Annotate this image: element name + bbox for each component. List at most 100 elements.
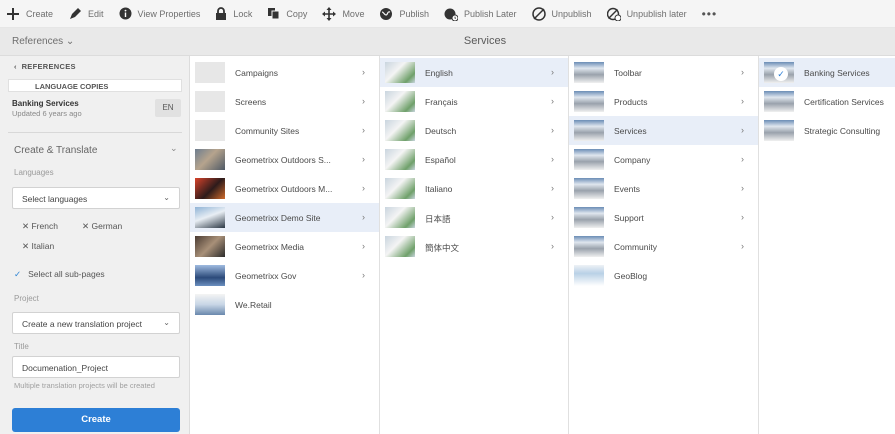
list-item[interactable]: Toolbar › — [569, 58, 758, 87]
chevron-down-icon: ⌄ — [163, 193, 170, 202]
list-item[interactable]: 日本語 › — [380, 203, 568, 232]
list-item[interactable]: Screens › — [190, 87, 379, 116]
check-circle-icon: ✓ — [774, 67, 788, 81]
page-thumbnail — [574, 265, 604, 286]
language-tag-german[interactable]: ✕ German — [82, 221, 122, 232]
more-actions-icon[interactable]: ••• — [702, 7, 718, 21]
list-item[interactable]: Campaigns › — [190, 58, 379, 87]
folder-icon — [195, 91, 225, 112]
list-item[interactable]: Geometrixx Demo Site › — [190, 203, 379, 232]
folder-icon — [195, 62, 225, 83]
page-thumbnail: ✓ — [764, 62, 794, 83]
project-title-input[interactable]: Documenation_Project — [12, 356, 180, 378]
list-item[interactable]: English › — [380, 58, 568, 87]
page-thumbnail — [385, 91, 415, 112]
page-title: Services — [463, 35, 507, 47]
globe-icon — [380, 7, 393, 20]
list-item[interactable]: Community › — [569, 232, 758, 261]
select-all-subpages-checkbox[interactable]: ✓ Select all sub-pages — [14, 269, 105, 280]
chevron-right-icon: › — [551, 67, 554, 77]
list-item[interactable]: Geometrixx Gov › — [190, 261, 379, 290]
chevron-right-icon: › — [551, 241, 554, 251]
select-all-subpages-label: Select all sub-pages — [28, 269, 105, 279]
list-item-label: Screens — [235, 97, 267, 107]
lock-button[interactable]: Lock — [215, 6, 253, 21]
list-item[interactable]: Community Sites › — [190, 116, 379, 145]
list-item[interactable]: Français › — [380, 87, 568, 116]
chevron-right-icon: › — [551, 125, 554, 135]
page-thumbnail — [385, 120, 415, 141]
list-item[interactable]: Products › — [569, 87, 758, 116]
language-tag-french[interactable]: ✕ French — [22, 221, 58, 232]
lock-label: Lock — [233, 8, 253, 19]
move-button[interactable]: Move — [322, 6, 364, 21]
back-to-references[interactable]: ‹ REFERENCES — [14, 62, 76, 71]
site-thumbnail — [195, 294, 225, 315]
translation-projects-note: Multiple translation projects will be cr… — [14, 381, 155, 390]
list-item-label: Certification Services — [804, 97, 884, 107]
references-rail: ‹ REFERENCES LANGUAGE COPIES Banking Ser… — [0, 56, 190, 434]
languages-select[interactable]: Select languages ⌄ — [12, 187, 180, 209]
list-item[interactable]: Support › — [569, 203, 758, 232]
list-item[interactable]: Geometrixx Outdoors M... › — [190, 174, 379, 203]
list-item-label: English — [425, 68, 453, 78]
language-tag-label: German — [91, 221, 123, 231]
publish-button[interactable]: Publish — [379, 7, 429, 21]
column-services: ✓ Banking Services Certification Services… — [759, 56, 895, 434]
list-item[interactable]: We.Retail — [190, 290, 379, 319]
create-translation-button[interactable]: Create — [12, 408, 180, 432]
copy-button[interactable]: Copy — [267, 7, 307, 20]
list-item[interactable]: Geometrixx Outdoors S... › — [190, 145, 379, 174]
language-tag-label: Italian — [31, 241, 55, 251]
create-label: Create — [26, 8, 54, 19]
column-sites: Campaigns › Screens › Community Sites › Geo… — [190, 56, 380, 434]
list-item-label: Geometrixx Media — [235, 242, 304, 252]
languages-label: Languages — [14, 168, 54, 177]
project-select[interactable]: Create a new translation project ⌄ — [12, 312, 180, 334]
publish-later-button[interactable]: Publish Later — [444, 7, 517, 21]
column-languages: English › Français › Deutsch › Español › Ita… — [380, 56, 569, 434]
list-item[interactable]: Events › — [569, 174, 758, 203]
site-thumbnail — [195, 265, 225, 286]
list-item[interactable]: Company › — [569, 145, 758, 174]
edit-label: Edit — [88, 8, 104, 19]
list-item[interactable]: 簡体中文 › — [380, 232, 568, 261]
list-item-label: Support — [614, 213, 644, 223]
list-item[interactable]: Español › — [380, 145, 568, 174]
create-translate-heading[interactable]: Create & Translate — [14, 145, 97, 156]
list-item[interactable]: Deutsch › — [380, 116, 568, 145]
list-item-label: Español — [425, 155, 456, 165]
list-item[interactable]: ✓ Banking Services — [759, 58, 895, 87]
page-thumbnail — [385, 62, 415, 83]
list-item[interactable]: Services › — [569, 116, 758, 145]
page-thumbnail — [764, 91, 794, 112]
chevron-left-icon: ‹ — [14, 62, 22, 71]
list-item-label: Community — [614, 242, 657, 252]
checkmark-icon: ✓ — [14, 269, 22, 279]
list-item[interactable]: GeoBlog — [569, 261, 758, 290]
chevron-down-icon[interactable]: ⌄ — [170, 143, 178, 154]
chevron-down-icon: ⌄ — [163, 318, 170, 327]
view-properties-button[interactable]: View Properties — [119, 7, 200, 20]
language-tag-italian[interactable]: ✕ Italian — [22, 241, 54, 252]
list-item[interactable]: Geometrixx Media › — [190, 232, 379, 261]
site-thumbnail — [195, 178, 225, 199]
list-item-label: 日本語 — [425, 214, 451, 224]
chevron-right-icon: › — [741, 96, 744, 106]
action-toolbar: Create Edit View Properties Lock Copy Mo… — [0, 0, 895, 28]
list-item-label: Geometrixx Demo Site — [235, 213, 321, 223]
unpublish-later-button[interactable]: Unpublish later — [606, 7, 687, 21]
chevron-right-icon: › — [362, 270, 365, 280]
list-item[interactable]: Italiano › — [380, 174, 568, 203]
page-thumbnail — [574, 120, 604, 141]
list-item-label: Geometrixx Outdoors S... — [235, 155, 331, 165]
unpublish-button[interactable]: Unpublish — [531, 6, 592, 21]
project-select-value: Create a new translation project — [22, 319, 143, 329]
create-button[interactable]: Create — [6, 7, 53, 21]
list-item[interactable]: Certification Services — [759, 87, 895, 116]
title-label: Title — [14, 342, 29, 351]
reference-item-name: Banking Services — [12, 99, 79, 108]
list-item[interactable]: Strategic Consulting — [759, 116, 895, 145]
divider — [8, 132, 182, 133]
edit-button[interactable]: Edit — [68, 7, 104, 21]
